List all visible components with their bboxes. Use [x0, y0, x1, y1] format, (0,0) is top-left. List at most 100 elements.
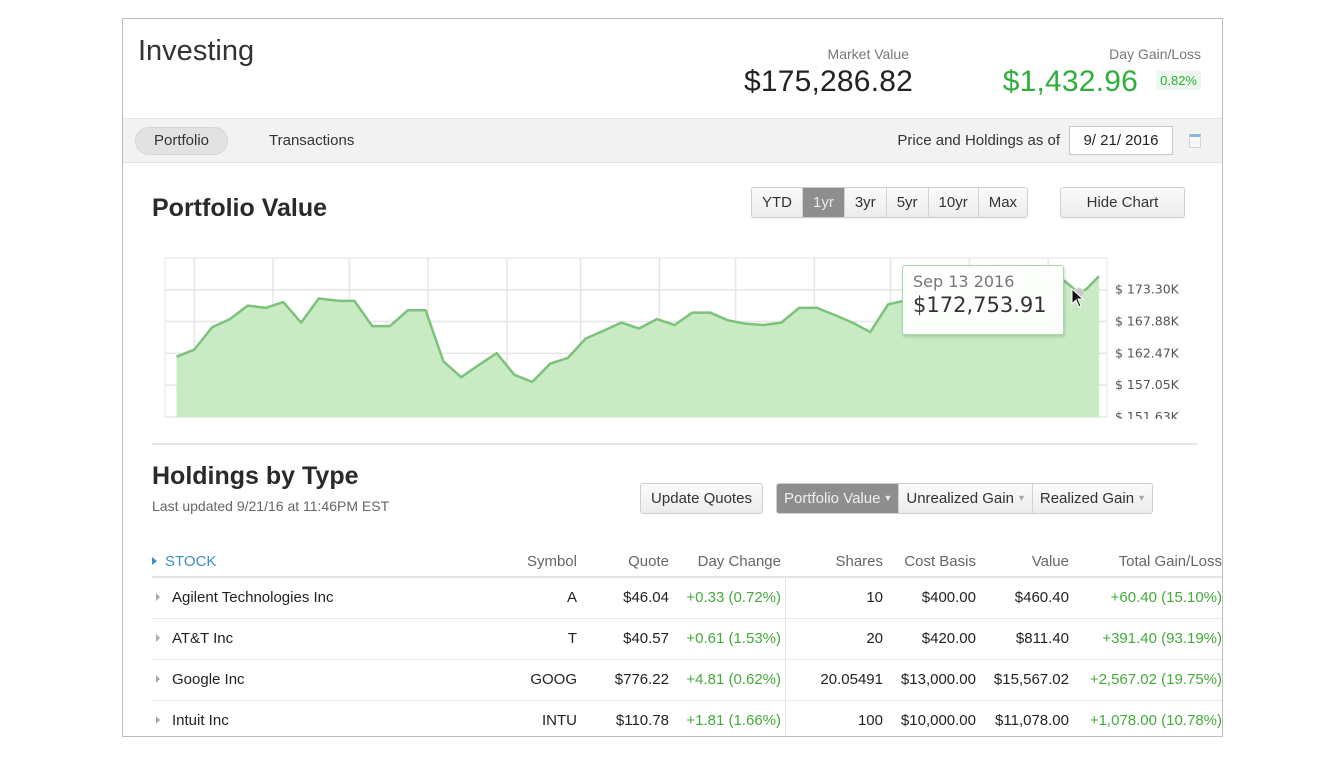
range-1yr-button[interactable]: 1yr: [803, 188, 845, 217]
holdings-view-selector: Portfolio Value ▼ Unrealized Gain ▼ Realiz…: [776, 483, 1153, 514]
shares-cell: 20: [866, 630, 883, 647]
view-label: Realized Gain: [1039, 490, 1135, 507]
tab-transactions[interactable]: Transactions: [251, 127, 372, 155]
caret-down-icon: ▼: [883, 493, 893, 503]
portfolio-value-title: Portfolio Value: [152, 194, 328, 222]
as-of-label: Price and Holdings as of: [897, 132, 1060, 149]
cost-basis-cell: $10,000.00: [900, 712, 976, 729]
sub-navigation: Portfolio Transactions Price and Holding…: [123, 118, 1222, 163]
y-tick-label: $ 167.88K: [1115, 314, 1180, 329]
holding-name[interactable]: Intuit Inc: [172, 712, 229, 729]
holding-name[interactable]: Agilent Technologies Inc: [172, 589, 334, 606]
section-divider: [152, 443, 1197, 445]
quote-cell: $776.22: [614, 671, 669, 688]
day-change-cell: +0.61 (1.53%): [686, 630, 781, 647]
header: Investing Market Value $175,286.82 Day G…: [123, 19, 1222, 119]
time-range-selector: YTD 1yr 3yr 5yr 10yr Max: [751, 187, 1029, 218]
table-body: Agilent Technologies Inc A $46.04 +0.33 (0.…: [152, 578, 1222, 736]
day-gain-label: Day Gain/Loss: [1109, 46, 1201, 62]
holding-name[interactable]: Google Inc: [172, 671, 245, 688]
column-header-total-gain[interactable]: Total Gain/Loss: [1119, 553, 1222, 570]
last-updated-text: Last updated 9/21/16 at 11:46PM EST: [152, 498, 390, 514]
total-gain-cell: +2,567.02 (19.75%): [1089, 671, 1222, 688]
y-tick-label: $ 162.47K: [1115, 345, 1180, 360]
total-gain-cell: +391.40 (93.19%): [1102, 630, 1222, 647]
day-gain-value: $1,432.96: [1002, 65, 1138, 98]
day-change-cell: +0.33 (0.72%): [686, 589, 781, 606]
y-tick-label: $ 151.63K: [1115, 409, 1180, 419]
expand-row-icon[interactable]: [156, 716, 160, 724]
quote-cell: $46.04: [623, 589, 669, 606]
chart-tooltip: Sep 13 2016 $172,753.91: [902, 265, 1064, 335]
view-realized-gain-button[interactable]: Realized Gain ▼: [1032, 484, 1152, 513]
investing-panel: Investing Market Value $175,286.82 Day G…: [122, 18, 1223, 737]
day-gain-percent-badge: 0.82%: [1156, 71, 1201, 90]
symbol-cell: A: [566, 589, 577, 606]
y-tick-label: $ 173.30K: [1115, 282, 1180, 297]
caret-down-icon: ▼: [1016, 493, 1026, 503]
tooltip-value: $172,753.91: [913, 293, 1047, 317]
cost-basis-cell: $400.00: [921, 589, 976, 606]
market-value-label: Market Value: [827, 46, 909, 62]
shares-cell: 100: [857, 712, 883, 729]
y-tick-label: $ 157.05K: [1115, 377, 1180, 392]
table-row[interactable]: Intuit Inc INTU $110.78 +1.81 (1.66%) 100 $10…: [152, 701, 1222, 736]
total-gain-cell: +1,078.00 (10.78%): [1089, 712, 1222, 729]
day-change-cell: +4.81 (0.62%): [686, 671, 781, 688]
view-label: Unrealized Gain: [906, 490, 1014, 507]
expand-triangle-icon: [152, 557, 157, 565]
column-header-shares[interactable]: Shares: [835, 553, 883, 570]
cost-basis-cell: $13,000.00: [900, 671, 976, 688]
total-gain-cell: +60.40 (15.10%): [1110, 589, 1222, 606]
column-header-value[interactable]: Value: [1032, 553, 1069, 570]
tooltip-date: Sep 13 2016: [913, 272, 1015, 291]
cost-basis-cell: $420.00: [921, 630, 976, 647]
column-header-day-change[interactable]: Day Change: [698, 553, 781, 570]
as-of-date-input[interactable]: [1069, 126, 1173, 155]
view-label: Portfolio Value: [784, 490, 881, 507]
market-value: $175,286.82: [743, 65, 913, 98]
tab-portfolio[interactable]: Portfolio: [135, 127, 229, 155]
value-cell: $15,567.02: [993, 671, 1069, 688]
table-header-row: STOCK Symbol Quote Day Change Shares Cos…: [152, 546, 1222, 578]
view-unrealized-gain-button[interactable]: Unrealized Gain ▼: [899, 484, 1033, 513]
table-row[interactable]: Agilent Technologies Inc A $46.04 +0.33 (0.…: [152, 578, 1222, 619]
holdings-table: STOCK Symbol Quote Day Change Shares Cos…: [152, 546, 1222, 736]
portfolio-chart[interactable]: OctNovDec2016FebMarAprMayJunJulAugSep$ 1…: [123, 249, 1222, 419]
shares-cell: 20.05491: [820, 671, 883, 688]
range-3yr-button[interactable]: 3yr: [844, 188, 887, 217]
stock-group-toggle[interactable]: STOCK: [152, 553, 216, 570]
quote-cell: $110.78: [615, 712, 669, 729]
range-5yr-button[interactable]: 5yr: [886, 188, 929, 217]
view-portfolio-value-button[interactable]: Portfolio Value ▼: [777, 484, 900, 513]
expand-row-icon[interactable]: [156, 634, 160, 642]
quote-cell: $40.57: [623, 630, 669, 647]
shares-cell: 10: [866, 589, 883, 606]
range-ytd-button[interactable]: YTD: [752, 188, 803, 217]
table-row[interactable]: AT&T Inc T $40.57 +0.61 (1.53%) 20 $420.00 $81…: [152, 619, 1222, 660]
holdings-title: Holdings by Type: [152, 462, 359, 490]
page-title: Investing: [138, 35, 255, 67]
stock-group-label: STOCK: [165, 553, 217, 570]
column-header-cost-basis[interactable]: Cost Basis: [904, 553, 976, 570]
holding-name[interactable]: AT&T Inc: [172, 630, 233, 647]
mouse-cursor-icon: [1071, 288, 1085, 308]
table-row[interactable]: Google Inc GOOG $776.22 +4.81 (0.62%) 20.054…: [152, 660, 1222, 701]
caret-down-icon: ▼: [1137, 493, 1146, 503]
column-separator: [785, 578, 786, 736]
hide-chart-button[interactable]: Hide Chart: [1060, 187, 1185, 218]
range-max-button[interactable]: Max: [978, 188, 1028, 217]
day-change-cell: +1.81 (1.66%): [686, 712, 781, 729]
symbol-cell: GOOG: [530, 671, 577, 688]
update-quotes-button[interactable]: Update Quotes: [640, 483, 763, 514]
column-header-symbol[interactable]: Symbol: [527, 553, 577, 570]
calendar-icon[interactable]: [1189, 134, 1201, 148]
symbol-cell: INTU: [542, 712, 577, 729]
value-cell: $811.40: [1015, 630, 1069, 647]
column-header-quote[interactable]: Quote: [628, 553, 669, 570]
value-cell: $11,078.00: [995, 712, 1069, 729]
expand-row-icon[interactable]: [156, 675, 160, 683]
expand-row-icon[interactable]: [156, 593, 160, 601]
value-cell: $460.40: [1014, 589, 1069, 606]
range-10yr-button[interactable]: 10yr: [928, 188, 979, 217]
